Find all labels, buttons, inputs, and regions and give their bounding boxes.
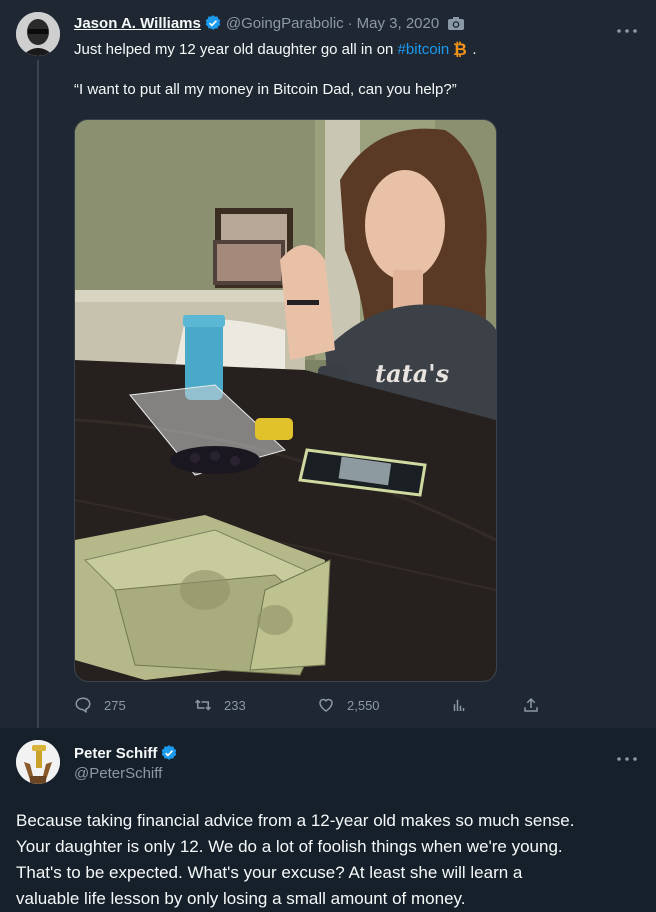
retweet-button[interactable]: 233 (194, 696, 246, 714)
analytics-icon (453, 699, 465, 711)
reply-button[interactable]: 275 (74, 696, 126, 714)
retweet-count: 233 (224, 697, 246, 713)
share-button[interactable] (522, 696, 540, 714)
tweet-text-main: Just helped my 12 year old daughter go a… (74, 41, 394, 58)
author-name[interactable]: Jason A. Williams (74, 15, 201, 32)
more-options-icon[interactable] (616, 749, 638, 761)
author-name[interactable]: Peter Schiff (74, 745, 157, 762)
tweet-text-line: Your daughter is only 12. We do a lot of… (16, 837, 563, 856)
retweet-icon (194, 699, 212, 711)
avatar[interactable] (16, 740, 60, 784)
tweet-header: Peter Schiff @PeterSchiff (74, 744, 182, 782)
separator-dot: · (347, 14, 353, 32)
reply-icon (75, 697, 91, 714)
thread-connector-line (37, 60, 39, 728)
like-count: 2,550 (347, 697, 380, 713)
camera-icon (447, 16, 465, 31)
tweet-actions: 275 233 2,550 (74, 696, 554, 716)
verified-badge-icon (204, 14, 222, 32)
tweet-text: Because taking financial advice from a 1… (16, 808, 641, 912)
analytics-button[interactable] (450, 696, 468, 714)
heart-icon (319, 698, 333, 712)
tweet-quote: “I want to put all my money in Bitcoin D… (74, 81, 457, 98)
author-handle[interactable]: @GoingParabolic (226, 15, 344, 32)
tweet-text-line: That's to be expected. What's your excus… (16, 863, 523, 882)
svg-text:tata's: tata's (375, 359, 450, 388)
tweet-original[interactable]: Jason A. Williams @GoingParabolic · May … (0, 0, 656, 728)
bitcoin-icon: ₿ (451, 40, 468, 60)
like-button[interactable]: 2,550 (317, 696, 380, 714)
tweet-date[interactable]: May 3, 2020 (357, 15, 440, 32)
tweet-text-line: Because taking financial advice from a 1… (16, 811, 575, 830)
tweet-text: Just helped my 12 year old daughter go a… (74, 40, 634, 100)
tweet-text-line: valuable life lesson by only losing a sm… (16, 889, 466, 908)
svg-text:₿: ₿ (453, 40, 467, 57)
verified-badge-icon (160, 744, 178, 762)
share-icon (524, 697, 538, 712)
author-handle[interactable]: @PeterSchiff (74, 765, 182, 782)
tweet-photo[interactable]: tata's (74, 119, 497, 682)
tweet-header: Jason A. Williams @GoingParabolic · May … (74, 14, 465, 32)
more-options-icon[interactable] (616, 21, 638, 33)
hashtag-link[interactable]: #bitcoin (398, 41, 450, 58)
tweet-text-end: . (472, 41, 477, 58)
avatar[interactable] (16, 12, 60, 56)
reply-count: 275 (104, 697, 126, 713)
